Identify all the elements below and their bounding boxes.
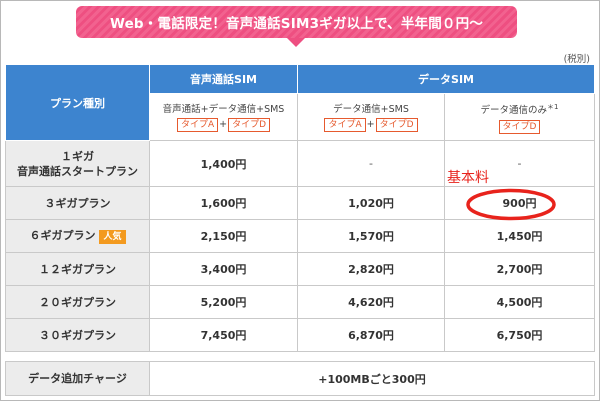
charge-row: データ追加チャージ +100MBごと300円 <box>5 361 595 396</box>
voice-price: 1,400円 <box>149 140 298 187</box>
charge-label: データ追加チャージ <box>5 361 150 396</box>
plan-label: ３０ギガプラン <box>5 318 150 352</box>
voice-price: 2,150円 <box>149 219 298 253</box>
table-row: ２０ギガプラン 5,200円 4,620円 4,500円 <box>5 285 595 319</box>
charge-table: データ追加チャージ +100MBごと300円 <box>5 361 595 396</box>
plan-type-header: プラン種別 <box>5 64 150 141</box>
type-d-tag: タイプD <box>375 118 418 132</box>
data-sms-price: 6,870円 <box>297 318 445 352</box>
voice-price: 1,600円 <box>149 186 298 220</box>
data-sms-price: 1,570円 <box>297 219 445 253</box>
voice-sim-subheader: 音声通話+データ通信+SMS タイプA + タイプD <box>149 93 298 141</box>
data-sim-header: データSIM <box>297 64 595 94</box>
voice-price: 5,200円 <box>149 285 298 319</box>
voice-price: 3,400円 <box>149 252 298 286</box>
promo-banner-text: Web・電話限定！音声通話SIM3ギガ以上で、半年間０円〜 <box>109 16 484 32</box>
type-a-tag: タイプA <box>324 118 366 132</box>
data-sms-price: - <box>297 140 445 187</box>
tax-note: (税別) <box>563 54 590 65</box>
data-sms-price: 1,020円 <box>297 186 445 220</box>
data-sms-price: 4,620円 <box>297 285 445 319</box>
table-row: １２ギガプラン 3,400円 2,820円 2,700円 <box>5 252 595 286</box>
data-only-price: 1,450円 <box>444 219 595 253</box>
type-a-tag: タイプA <box>176 118 219 132</box>
popular-badge: 人気 <box>99 230 126 244</box>
promo-banner: Web・電話限定！音声通話SIM3ギガ以上で、半年間０円〜 <box>76 6 517 38</box>
data-sms-price: 2,820円 <box>297 252 445 286</box>
plan-label: ６ギガプラン 人気 <box>5 219 150 253</box>
table-row: ３０ギガプラン 7,450円 6,870円 6,750円 <box>5 318 595 352</box>
data-only-subheader: データ通信のみ＊1 タイプD <box>444 93 595 141</box>
plan-label: １２ギガプラン <box>5 252 150 286</box>
highlight-circle <box>466 188 556 221</box>
data-only-price: 4,500円 <box>444 285 595 319</box>
table-row: ６ギガプラン 人気 2,150円 1,570円 1,450円 <box>5 219 595 253</box>
data-only-price: 2,700円 <box>444 252 595 286</box>
table-row: １ギガ 音声通話スタートプラン 1,400円 - - <box>5 140 595 187</box>
plan-label: ３ギガプラン <box>5 186 150 220</box>
charge-value: +100MBごと300円 <box>149 361 595 396</box>
voice-sim-header: 音声通話SIM <box>149 64 298 94</box>
plan-label: １ギガ 音声通話スタートプラン <box>5 140 150 187</box>
type-d-tag: タイプD <box>498 119 541 134</box>
data-only-price: 6,750円 <box>444 318 595 352</box>
plan-label: ２０ギガプラン <box>5 285 150 319</box>
basic-fee-annotation: 基本料 <box>447 170 489 186</box>
data-sms-subheader: データ通信+SMS タイプA + タイプD <box>297 93 445 141</box>
voice-price: 7,450円 <box>149 318 298 352</box>
type-d-tag: タイプD <box>228 118 271 132</box>
banner-pointer <box>287 38 305 47</box>
